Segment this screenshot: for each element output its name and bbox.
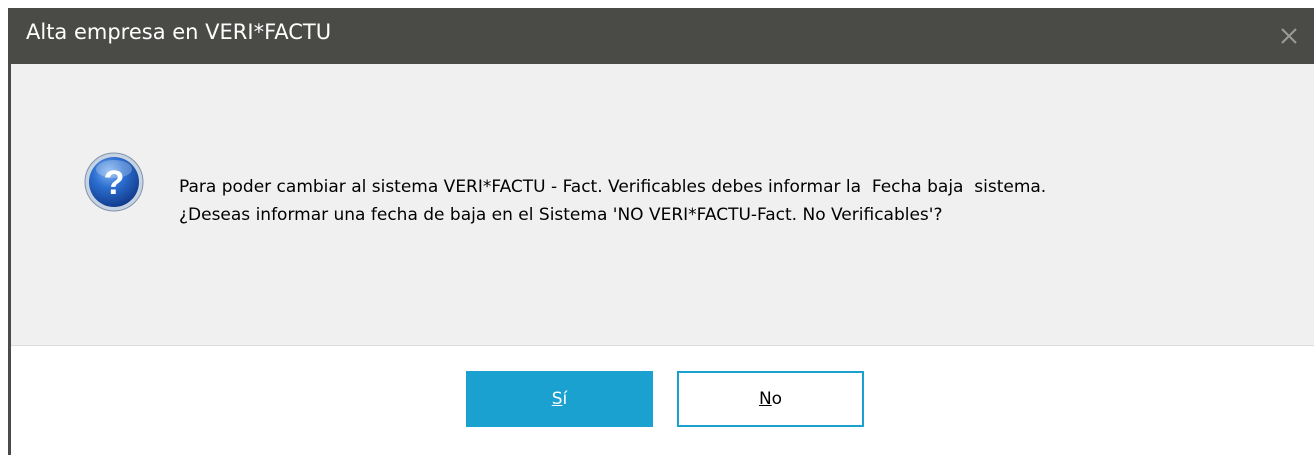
close-icon (1281, 28, 1297, 44)
dialog-footer: Sí No (11, 345, 1314, 455)
title-bar[interactable]: Alta empresa en VERI*FACTU (8, 8, 1314, 64)
dialog-window: Alta empresa en VERI*FACTU ? Para poder … (8, 8, 1314, 455)
message-line-1: Para poder cambiar al sistema VERI*FACTU… (179, 177, 1047, 197)
dialog-message: Para poder cambiar al sistema VERI*FACTU… (179, 173, 1046, 229)
question-icon: ? (83, 151, 145, 213)
close-button[interactable] (1274, 21, 1304, 51)
message-line-2: ¿Deseas informar una fecha de baja en el… (179, 205, 943, 225)
no-mnemonic: N (758, 389, 772, 409)
yes-mnemonic: S (551, 389, 563, 409)
dialog-content: ? Para poder cambiar al sistema VERI*FAC… (11, 64, 1314, 345)
no-button[interactable]: No (677, 371, 864, 427)
yes-button[interactable]: Sí (466, 371, 653, 427)
yes-label-rest: í (562, 389, 568, 409)
no-label-rest: o (771, 389, 783, 409)
window-title: Alta empresa en VERI*FACTU (26, 20, 332, 44)
svg-text:?: ? (104, 164, 125, 202)
